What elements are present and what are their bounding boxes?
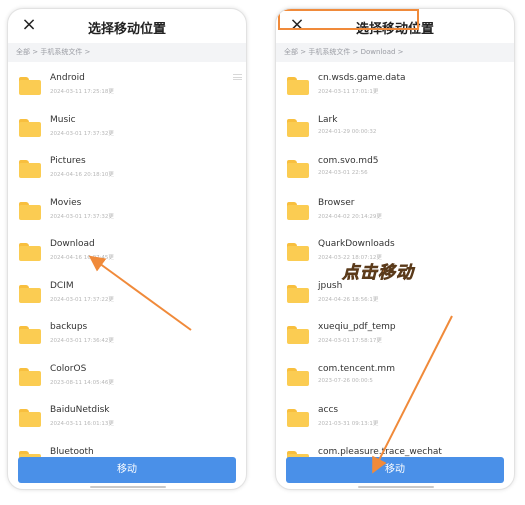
folder-icon <box>287 201 309 220</box>
folder-icon <box>19 201 41 220</box>
folder-icon <box>19 284 41 303</box>
folder-icon <box>19 77 41 95</box>
folder-item-baidunetdisk[interactable]: BaiduNetdisk 2024-03-11 16:01:13更 <box>8 398 246 440</box>
folder-item-accs[interactable]: accs 2021-03-31 09:13:1更 <box>276 398 514 440</box>
folder-name: Movies <box>50 197 82 208</box>
folder-date: 2024-03-01 17:37:32更 <box>50 213 114 220</box>
folder-icon <box>19 367 41 386</box>
folder-date: 2024-03-11 17:25:18更 <box>50 89 114 95</box>
folder-name: Browser <box>318 197 355 208</box>
folder-icon <box>287 160 309 178</box>
folder-date: 2024-03-01 17:37:32更 <box>50 130 114 137</box>
folder-date: 2024-01-29 00:00:32 <box>318 128 377 135</box>
folder-icon <box>19 409 41 427</box>
page-title: 选择移动位置 <box>87 22 166 37</box>
folder-date: 2024-03-01 22:56 <box>318 170 368 176</box>
folder-date: 2023-08-11 14:05:46更 <box>50 379 114 386</box>
folder-name: cn.wsds.game.data <box>318 73 406 83</box>
folder-item-music[interactable]: Music 2024-03-01 17:37:32更 <box>8 108 246 150</box>
folder-icon <box>287 326 309 344</box>
folder-name: com.pleasure.trace_wechat <box>318 446 442 457</box>
folder-name: BaiduNetdisk <box>50 405 110 415</box>
folder-item-xueqiu-pdf-temp[interactable]: xueqiu_pdf_temp 2024-03-01 17:58:17更 <box>276 315 514 357</box>
folder-name: jpush <box>318 280 343 291</box>
folder-item-com-svo-md5[interactable]: com.svo.md5 2024-03-01 22:56 <box>276 149 514 191</box>
folder-name: ColorOS <box>50 363 87 374</box>
folder-item-lark[interactable]: Lark 2024-01-29 00:00:32 <box>276 108 514 150</box>
folder-name: com.svo.md5 <box>318 156 379 166</box>
folder-item-browser[interactable]: Browser 2024-04-02 20:14:29更 <box>276 191 514 233</box>
header: × 选择移动位置 <box>8 9 246 43</box>
folder-icon <box>287 409 309 427</box>
folder-item-com-tencent-mm[interactable]: com.tencent.mm 2023-07-26 00:00:5 <box>276 357 514 399</box>
folder-item-pictures[interactable]: Pictures 2024-04-16 20:18:10更 <box>8 149 246 191</box>
folder-name: accs <box>318 405 339 415</box>
folder-picker-left: × 选择移动位置 全部 > 手机系统文件 > Android 2024-03-1… <box>7 8 247 490</box>
move-button[interactable]: 移动 <box>18 457 236 483</box>
folder-icon <box>287 284 309 303</box>
folder-date: 2024-04-16 16:07:45更 <box>50 255 114 261</box>
folder-date: 2024-03-01 17:58:17更 <box>318 338 382 344</box>
folder-name: xueqiu_pdf_temp <box>318 322 396 332</box>
breadcrumb[interactable]: 全部 > 手机系统文件 > <box>8 43 246 62</box>
folder-icon <box>287 367 309 386</box>
folder-date: 2024-04-16 20:18:10更 <box>50 172 114 178</box>
folder-name: backups <box>50 322 88 332</box>
home-indicator <box>358 486 434 488</box>
move-button[interactable]: 移动 <box>286 457 504 483</box>
folder-date: 2024-03-11 17:01:1更 <box>318 89 379 95</box>
folder-name: Music <box>50 114 76 125</box>
folder-name: com.tencent.mm <box>318 363 395 374</box>
folder-date: 2024-04-02 20:14:29更 <box>318 213 382 220</box>
folder-name: Bluetooth <box>50 446 94 457</box>
folder-name: Pictures <box>50 156 86 166</box>
folder-date: 2024-03-11 16:01:13更 <box>50 421 114 427</box>
folder-date: 2024-04-26 18:56:1更 <box>318 296 379 303</box>
folder-date: 2024-03-01 17:36:42更 <box>50 338 114 344</box>
folder-picker-right: × 选择移动位置 全部 > 手机系统文件 > Download > cn.wsd… <box>275 8 515 490</box>
folder-icon <box>287 118 309 137</box>
folder-date: 2024-03-01 17:37:22更 <box>50 296 114 303</box>
folder-icon <box>287 77 309 95</box>
folder-date: 2021-03-31 09:13:1更 <box>318 421 379 427</box>
folder-list: Android 2024-03-11 17:25:18更 Music 2024-… <box>8 66 246 459</box>
folder-name: QuarkDownloads <box>318 239 395 249</box>
folder-date: 2023-07-26 00:00:5 <box>318 377 373 384</box>
folder-name: DCIM <box>50 280 74 291</box>
folder-item-movies[interactable]: Movies 2024-03-01 17:37:32更 <box>8 191 246 233</box>
folder-name: Android <box>50 73 85 83</box>
folder-name: Download <box>50 239 95 249</box>
breadcrumb[interactable]: 全部 > 手机系统文件 > Download > <box>276 43 514 62</box>
folder-name: Lark <box>318 114 338 125</box>
folder-item-cn-wsds-game-data[interactable]: cn.wsds.game.data 2024-03-11 17:01:1更 <box>276 66 514 108</box>
breadcrumb-highlight-box <box>278 9 419 30</box>
folder-item-backups[interactable]: backups 2024-03-01 17:36:42更 <box>8 315 246 357</box>
folder-icon <box>19 243 41 261</box>
annotation-text: 点击移动 <box>342 263 414 284</box>
folder-item-dcim[interactable]: DCIM 2024-03-01 17:37:22更 <box>8 274 246 316</box>
folder-item-android[interactable]: Android 2024-03-11 17:25:18更 <box>8 66 246 108</box>
folder-icon <box>19 326 41 344</box>
folder-item-coloros[interactable]: ColorOS 2023-08-11 14:05:46更 <box>8 357 246 399</box>
folder-icon <box>287 243 309 261</box>
folder-item-download[interactable]: Download 2024-04-16 16:07:45更 <box>8 232 246 274</box>
folder-icon <box>19 160 41 178</box>
folder-icon <box>19 118 41 137</box>
home-indicator <box>90 486 166 488</box>
